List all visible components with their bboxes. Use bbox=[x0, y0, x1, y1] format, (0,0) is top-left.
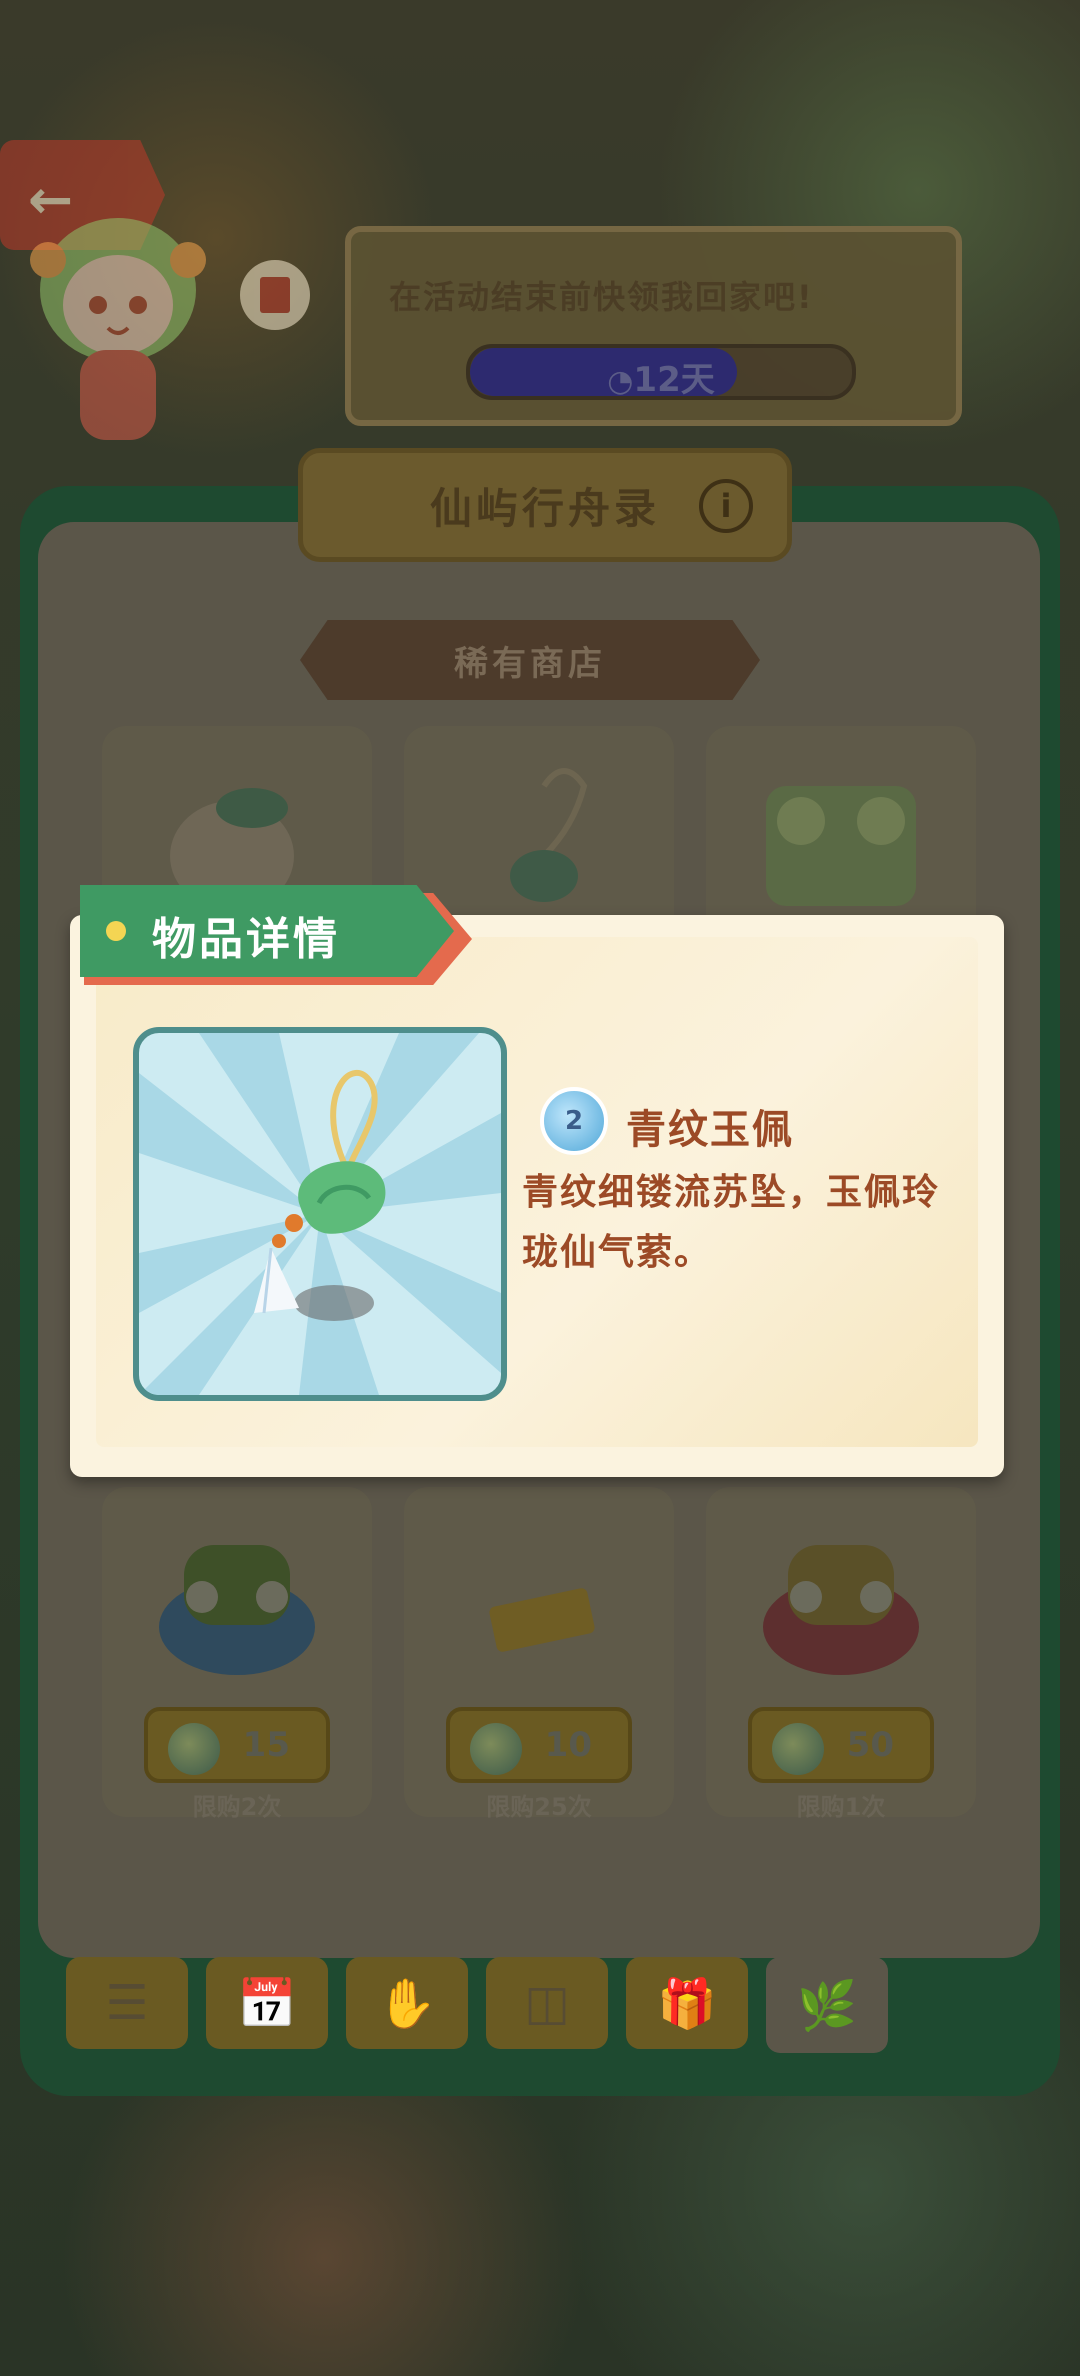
currency-coin-icon bbox=[772, 1723, 824, 1775]
tab-tasks[interactable]: ✋ bbox=[346, 1957, 468, 2049]
book-icon[interactable] bbox=[240, 260, 310, 330]
countdown-label: 12天 bbox=[633, 360, 715, 400]
rarity-badge: 2 bbox=[540, 1087, 608, 1155]
hand-icon: ✋ bbox=[377, 1975, 437, 2032]
jade-pendant-icon bbox=[139, 1033, 501, 1395]
section-ribbon: 稀有商店 bbox=[300, 620, 760, 700]
countdown-progress-bar: ◔12天 bbox=[466, 344, 856, 400]
sprout-bundle-icon bbox=[766, 786, 916, 906]
panel-title-plate: 仙屿行舟录 i bbox=[298, 448, 792, 562]
clock-icon: ◔ bbox=[607, 364, 634, 399]
price-tag: 15 bbox=[144, 1707, 330, 1783]
jade-pendant-icon bbox=[510, 768, 588, 902]
info-icon[interactable]: i bbox=[699, 479, 753, 533]
tab-cards[interactable]: ◫ bbox=[486, 1957, 608, 2049]
price-tag: 10 bbox=[446, 1707, 632, 1783]
shop-card[interactable]: 10 限购25次 bbox=[404, 1487, 674, 1821]
item-description: 青纹细镂流苏坠，玉佩玲珑仙气萦。 bbox=[522, 1172, 941, 1273]
tab-shop-active[interactable]: 🌿 bbox=[766, 1957, 888, 2053]
item-detail-modal[interactable]: 物品详情 2 青纹玉佩 青纹细镂流苏坠，玉佩玲珑仙气萦。 bbox=[70, 885, 1004, 1477]
gift-icon: 🎁 bbox=[657, 1975, 717, 2032]
price-value: 50 bbox=[846, 1725, 894, 1765]
modal-title: 物品详情 bbox=[152, 914, 340, 965]
header-dot-icon bbox=[106, 921, 126, 941]
calendar-icon: 📅 bbox=[237, 1975, 297, 2032]
price-value: 10 bbox=[544, 1725, 592, 1765]
currency-coin-icon bbox=[168, 1723, 220, 1775]
item-name: 青纹玉佩 bbox=[626, 1107, 794, 1153]
modal-header: 物品详情 bbox=[80, 885, 454, 977]
panel-title: 仙屿行舟录 bbox=[429, 483, 660, 533]
ticket-icon bbox=[489, 1588, 595, 1652]
shop-card[interactable]: 15 限购2次 bbox=[102, 1487, 372, 1821]
price-value: 15 bbox=[242, 1725, 290, 1765]
cards-icon: ◫ bbox=[524, 1975, 570, 2031]
price-tag: 50 bbox=[748, 1707, 934, 1783]
mascot-character bbox=[30, 218, 206, 440]
purchase-limit: 限购2次 bbox=[192, 1793, 282, 1821]
currency-coin-icon bbox=[470, 1723, 522, 1775]
robot-mouse-pillow-icon bbox=[159, 1545, 315, 1675]
tab-calendar[interactable]: 📅 bbox=[206, 1957, 328, 2049]
list-icon: ☰ bbox=[105, 1975, 149, 2031]
speech-bubble: 在活动结束前快领我回家吧! ◔12天 bbox=[345, 226, 962, 426]
purchase-limit: 限购1次 bbox=[796, 1793, 886, 1821]
tab-list[interactable]: ☰ bbox=[66, 1957, 188, 2049]
banner-message: 在活动结束前快领我回家吧! bbox=[389, 278, 814, 316]
item-image-frame bbox=[133, 1027, 507, 1401]
shop-card[interactable]: 50 限购1次 bbox=[706, 1487, 976, 1821]
leaf-icon: 🌿 bbox=[797, 1977, 857, 2034]
purchase-limit: 限购25次 bbox=[486, 1793, 592, 1821]
section-title: 稀有商店 bbox=[454, 643, 606, 684]
tab-gift[interactable]: 🎁 bbox=[626, 1957, 748, 2049]
robot-pillow-red-icon bbox=[763, 1545, 919, 1675]
